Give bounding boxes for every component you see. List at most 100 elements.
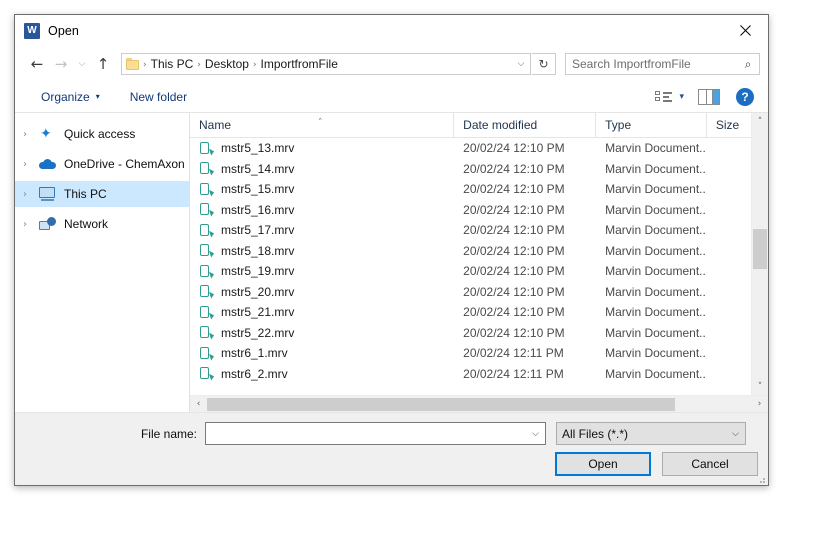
footer-buttons: Open Cancel — [555, 452, 758, 476]
column-header-name-label: Name — [199, 118, 231, 132]
forward-button[interactable]: → — [49, 52, 73, 76]
sidebar-item-onedrive[interactable]: › OneDrive - ChemAxon — [15, 151, 189, 177]
help-icon[interactable]: ? — [736, 88, 754, 106]
expander-icon[interactable]: › — [23, 129, 39, 140]
folder-icon — [126, 58, 141, 70]
close-icon[interactable] — [723, 15, 768, 45]
vertical-scroll-thumb[interactable] — [753, 229, 767, 269]
view-mode-icon[interactable] — [654, 89, 674, 105]
title-bar: Open — [15, 15, 768, 47]
dialog-body: › ✦ Quick access › OneDrive - ChemAxon ›… — [15, 113, 768, 413]
scroll-right-icon[interactable]: › — [751, 399, 768, 409]
breadcrumb-item-desktop[interactable]: Desktop — [201, 57, 253, 71]
back-button[interactable]: ← — [25, 52, 49, 76]
scroll-up-icon[interactable]: ˄ — [752, 113, 768, 130]
breadcrumb-dropdown-icon[interactable]: ⌵ — [512, 59, 530, 69]
file-name-cell: mstr5_16.mrv — [190, 202, 454, 217]
breadcrumb-item-this-pc[interactable]: This PC — [147, 57, 198, 71]
file-type-filter-select[interactable]: All Files (*.*) ⌵ — [556, 422, 746, 445]
sidebar-item-this-pc[interactable]: › This PC — [15, 181, 189, 207]
file-type-cell: Marvin Document... — [596, 244, 707, 258]
marvin-document-icon — [199, 264, 214, 279]
file-name-cell: mstr6_2.mrv — [190, 366, 454, 381]
cancel-button[interactable]: Cancel — [662, 452, 758, 476]
file-name-cell: mstr5_20.mrv — [190, 284, 454, 299]
search-input[interactable]: Search ImportfromFile ⌕ — [565, 53, 760, 75]
file-type-cell: Marvin Document... — [596, 326, 707, 340]
expander-icon[interactable]: › — [23, 219, 39, 230]
sidebar-item-quick-access[interactable]: › ✦ Quick access — [15, 121, 189, 147]
column-header-size[interactable]: Size — [707, 113, 751, 138]
file-date-cell: 20/02/24 12:11 PM — [454, 346, 596, 360]
file-date-cell: 20/02/24 12:10 PM — [454, 223, 596, 237]
file-name-text: mstr5_17.mrv — [221, 223, 294, 237]
back-arrow-icon: ← — [31, 57, 44, 72]
file-name-cell: mstr5_15.mrv — [190, 182, 454, 197]
chevron-down-icon[interactable]: ⌵ — [726, 429, 745, 439]
sort-ascending-icon: ˄ — [318, 113, 323, 136]
file-name-text: mstr5_18.mrv — [221, 244, 294, 258]
table-row[interactable]: mstr5_16.mrv20/02/24 12:10 PMMarvin Docu… — [190, 200, 751, 221]
file-date-cell: 20/02/24 12:10 PM — [454, 244, 596, 258]
table-row[interactable]: mstr5_14.mrv20/02/24 12:10 PMMarvin Docu… — [190, 159, 751, 180]
network-icon — [39, 216, 57, 232]
sidebar-item-network[interactable]: › Network — [15, 211, 189, 237]
open-button[interactable]: Open — [555, 452, 651, 476]
horizontal-scroll-track[interactable] — [207, 397, 751, 412]
table-row[interactable]: mstr5_20.mrv20/02/24 12:10 PMMarvin Docu… — [190, 282, 751, 303]
scroll-left-icon[interactable]: ‹ — [190, 399, 207, 409]
file-type-cell: Marvin Document... — [596, 162, 707, 176]
table-row[interactable]: mstr5_17.mrv20/02/24 12:10 PMMarvin Docu… — [190, 220, 751, 241]
preview-pane-icon[interactable] — [698, 89, 720, 105]
file-date-cell: 20/02/24 12:10 PM — [454, 203, 596, 217]
open-file-dialog: Open ← → ⌵ ↑ › — [14, 14, 769, 486]
table-row[interactable]: mstr5_21.mrv20/02/24 12:10 PMMarvin Docu… — [190, 302, 751, 323]
marvin-document-icon — [199, 305, 214, 320]
column-header-date-modified[interactable]: Date modified — [454, 113, 596, 138]
file-date-cell: 20/02/24 12:10 PM — [454, 326, 596, 340]
scroll-down-icon[interactable]: ˅ — [752, 378, 768, 395]
sidebar-item-label: Quick access — [64, 127, 135, 141]
file-date-cell: 20/02/24 12:10 PM — [454, 264, 596, 278]
table-row[interactable]: mstr5_13.mrv20/02/24 12:10 PMMarvin Docu… — [190, 138, 751, 159]
column-header-name[interactable]: Name ˄ — [190, 113, 454, 138]
up-arrow-icon: ↑ — [97, 57, 110, 72]
breadcrumb[interactable]: › This PC › Desktop › ImportfromFile ⌵ — [121, 53, 531, 75]
marvin-document-icon — [199, 202, 214, 217]
marvin-document-icon — [199, 284, 214, 299]
file-type-cell: Marvin Document... — [596, 264, 707, 278]
expander-icon[interactable]: › — [23, 159, 39, 170]
file-name-text: mstr6_2.mrv — [221, 367, 288, 381]
screen: Open ← → ⌵ ↑ › — [0, 0, 819, 538]
table-row[interactable]: mstr5_18.mrv 20/02/24 12:10 PMMarvin Docu… — [190, 241, 751, 262]
file-name-cell: mstr5_19.mrv — [190, 264, 454, 279]
table-row[interactable]: mstr6_2.mrv20/02/24 12:11 PMMarvin Docum… — [190, 364, 751, 385]
view-mode-dropdown-icon[interactable]: ▾ — [679, 92, 684, 102]
expander-icon[interactable]: › — [23, 189, 39, 200]
sidebar-item-label: This PC — [64, 187, 107, 201]
table-row[interactable]: mstr5_22.mrv20/02/24 12:10 PMMarvin Docu… — [190, 323, 751, 344]
column-header-type[interactable]: Type — [596, 113, 707, 138]
file-name-input[interactable]: ⌵ — [205, 422, 546, 445]
up-button[interactable]: ↑ — [91, 52, 115, 76]
file-type-cell: Marvin Document... — [596, 141, 707, 155]
command-bar: Organize ▾ New folder ▾ ? — [15, 81, 768, 113]
vertical-scroll-track[interactable] — [752, 130, 768, 378]
file-type-cell: Marvin Document... — [596, 305, 707, 319]
column-headers: Name ˄ Date modified Type Size — [190, 113, 751, 138]
file-date-cell: 20/02/24 12:10 PM — [454, 162, 596, 176]
recent-locations-button[interactable]: ⌵ — [73, 52, 91, 76]
new-folder-button[interactable]: New folder — [124, 87, 193, 107]
resize-grip[interactable] — [755, 473, 765, 483]
organize-button[interactable]: Organize ▾ — [35, 87, 106, 107]
refresh-button[interactable]: ↻ — [532, 53, 556, 75]
table-row[interactable]: mstr6_1.mrv20/02/24 12:11 PMMarvin Docum… — [190, 343, 751, 364]
breadcrumb-item-importfromfile[interactable]: ImportfromFile — [257, 57, 342, 71]
chevron-down-icon[interactable]: ⌵ — [526, 429, 545, 439]
table-row[interactable]: mstr5_15.mrv20/02/24 12:10 PMMarvin Docu… — [190, 179, 751, 200]
horizontal-scrollbar[interactable]: ‹ › — [190, 395, 768, 412]
horizontal-scroll-thumb[interactable] — [207, 398, 675, 411]
file-type-cell: Marvin Document... — [596, 182, 707, 196]
vertical-scrollbar[interactable]: ˄ ˅ — [751, 113, 768, 395]
table-row[interactable]: mstr5_19.mrv20/02/24 12:10 PMMarvin Docu… — [190, 261, 751, 282]
